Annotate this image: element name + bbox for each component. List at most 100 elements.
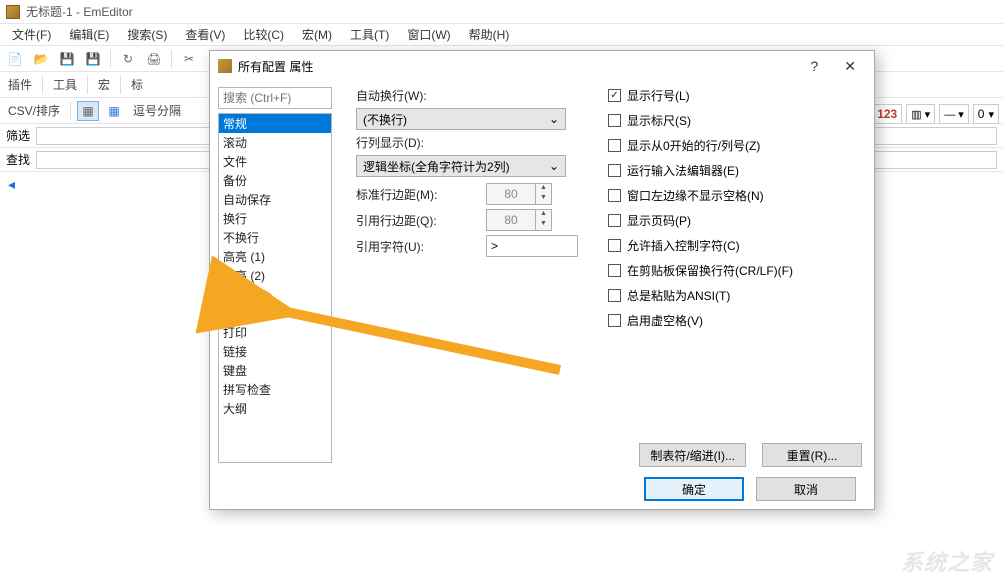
spin-down-icon[interactable]: ▼ [535,194,551,204]
std-margin-value: 80 [487,187,535,201]
chevron-down-icon: ⌄ [549,112,559,126]
menu-view[interactable]: 查看(V) [177,24,233,45]
category-autosave[interactable]: 自动保存 [219,190,331,209]
menu-window[interactable]: 窗口(W) [399,24,458,45]
close-icon[interactable]: ✕ [834,58,866,75]
chk-virtual-space[interactable] [608,314,621,327]
new-file-icon[interactable]: 📄 [4,49,26,69]
category-keyboard[interactable]: 键盘 [219,361,331,380]
tools-label[interactable]: 工具 [49,76,81,93]
columns-combo[interactable]: ▥ ▾ [906,104,935,124]
colrow-label: 行列显示(D): [356,134,476,151]
chk-ruler[interactable] [608,114,621,127]
save-icon[interactable]: 💾 [56,49,78,69]
chk-zero-based[interactable] [608,139,621,152]
csv-sort-label[interactable]: CSV/排序 [4,102,64,119]
ok-button[interactable]: 确定 [644,477,744,501]
csv-comma-label[interactable]: 逗号分隔 [129,102,185,119]
menu-edit[interactable]: 编辑(E) [61,24,117,45]
spin-down-icon[interactable]: ▼ [535,220,551,230]
std-margin-spinner[interactable]: 80 ▲▼ [486,183,552,205]
quote-char-input[interactable]: > [486,235,578,257]
colrow-combo[interactable]: 逻辑坐标(全角字符计为2列) ⌄ [356,155,566,177]
separator [171,50,172,68]
separator [70,102,71,120]
line-combo[interactable]: — ▾ [939,104,969,124]
category-nowrap[interactable]: 不换行 [219,228,331,247]
chk-noleftspace-label: 窗口左边缘不显示空格(N) [627,187,764,204]
category-hl1[interactable]: 高亮 (1) [219,247,331,266]
chk-line-numbers[interactable] [608,89,621,102]
chk-virtual-space-label: 启用虚空格(V) [627,312,703,329]
chk-clipboard-crlf-label: 在剪贴板保留换行符(CR/LF)(F) [627,262,793,279]
category-file[interactable]: 文件 [219,152,331,171]
spin-up-icon[interactable]: ▲ [535,184,551,194]
category-outline[interactable]: 大纲 [219,399,331,418]
menu-macro[interactable]: 宏(M) [294,24,340,45]
category-hl2[interactable]: 高亮 (2) [219,266,331,285]
menu-compare[interactable]: 比较(C) [235,24,292,45]
menu-search[interactable]: 搜索(S) [119,24,175,45]
chk-paste-ansi[interactable] [608,289,621,302]
app-icon [6,5,20,19]
dialog-sidebar: 常规 滚动 文件 备份 自动保存 换行 不换行 高亮 (1) 高亮 (2) 显示… [210,81,338,469]
refresh-icon[interactable]: ↻ [117,49,139,69]
find-label: 查找 [6,151,30,168]
chk-noleftspace[interactable] [608,189,621,202]
chk-clipboard-crlf[interactable] [608,264,621,277]
dialog-icon [218,59,232,73]
quote-margin-label: 引用行边距(Q): [356,212,476,229]
csv-mode-icon[interactable]: ▦ [77,101,99,121]
quote-char-value: > [491,239,498,253]
reset-button[interactable]: 重置(R)... [762,443,862,467]
spin-up-icon[interactable]: ▲ [535,210,551,220]
dialog-footer: 确定 取消 [210,469,874,509]
category-scroll[interactable]: 滚动 [219,133,331,152]
chk-ime[interactable] [608,164,621,177]
cancel-button[interactable]: 取消 [756,477,856,501]
category-backup[interactable]: 备份 [219,171,331,190]
menu-tools[interactable]: 工具(T) [342,24,397,45]
dialog-action-row: 制表符/缩进(I)... 重置(R)... [639,443,862,467]
chk-zero-based-label: 显示从0开始的行/列号(Z) [627,137,760,154]
tabs-indent-button[interactable]: 制表符/缩进(I)... [639,443,746,467]
wrap-label: 自动换行(W): [356,87,476,104]
category-search-input[interactable] [218,87,332,109]
zero-combo[interactable]: 0 ▾ [973,104,999,124]
quote-margin-spinner[interactable]: 80 ▲▼ [486,209,552,231]
separator [87,76,88,94]
title-bar: 无标题-1 - EmEditor [0,0,1003,24]
watermark: 系统之家 [901,545,993,577]
help-icon[interactable]: ? [800,58,828,74]
colrow-value: 逻辑坐标(全角字符计为2列) [363,158,510,175]
category-spell[interactable]: 拼写检查 [219,380,331,399]
macros-label[interactable]: 宏 [94,76,114,93]
cut-icon[interactable]: ✂ [178,49,200,69]
chk-ime-label: 运行输入法编辑器(E) [627,162,739,179]
wrap-combo[interactable]: (不换行) ⌄ [356,108,566,130]
encoding-combo[interactable]: 123 [872,104,902,124]
category-display[interactable]: 显示 [219,285,331,304]
chk-ctrlchar[interactable] [608,239,621,252]
separator [120,76,121,94]
category-general[interactable]: 常规 [219,114,331,133]
save-all-icon[interactable]: 💾 [82,49,104,69]
dialog-title: 所有配置 属性 [238,58,313,75]
category-marks[interactable]: 标记 [219,304,331,323]
quote-margin-value: 80 [487,213,535,227]
category-list[interactable]: 常规 滚动 文件 备份 自动保存 换行 不换行 高亮 (1) 高亮 (2) 显示… [218,113,332,463]
markers-label[interactable]: 标 [127,76,147,93]
separator [110,50,111,68]
csv-table-icon[interactable]: ▦ [103,101,125,121]
category-link[interactable]: 链接 [219,342,331,361]
print-icon[interactable]: 🖨 [143,49,165,69]
category-wrap[interactable]: 换行 [219,209,331,228]
plugins-label[interactable]: 插件 [4,76,36,93]
menu-file[interactable]: 文件(F) [4,24,59,45]
chk-paste-ansi-label: 总是粘贴为ANSI(T) [627,287,730,304]
menu-help[interactable]: 帮助(H) [461,24,518,45]
open-file-icon[interactable]: 📂 [30,49,52,69]
chk-pagenum-label: 显示页码(P) [627,212,691,229]
chk-pagenum[interactable] [608,214,621,227]
category-print[interactable]: 打印 [219,323,331,342]
